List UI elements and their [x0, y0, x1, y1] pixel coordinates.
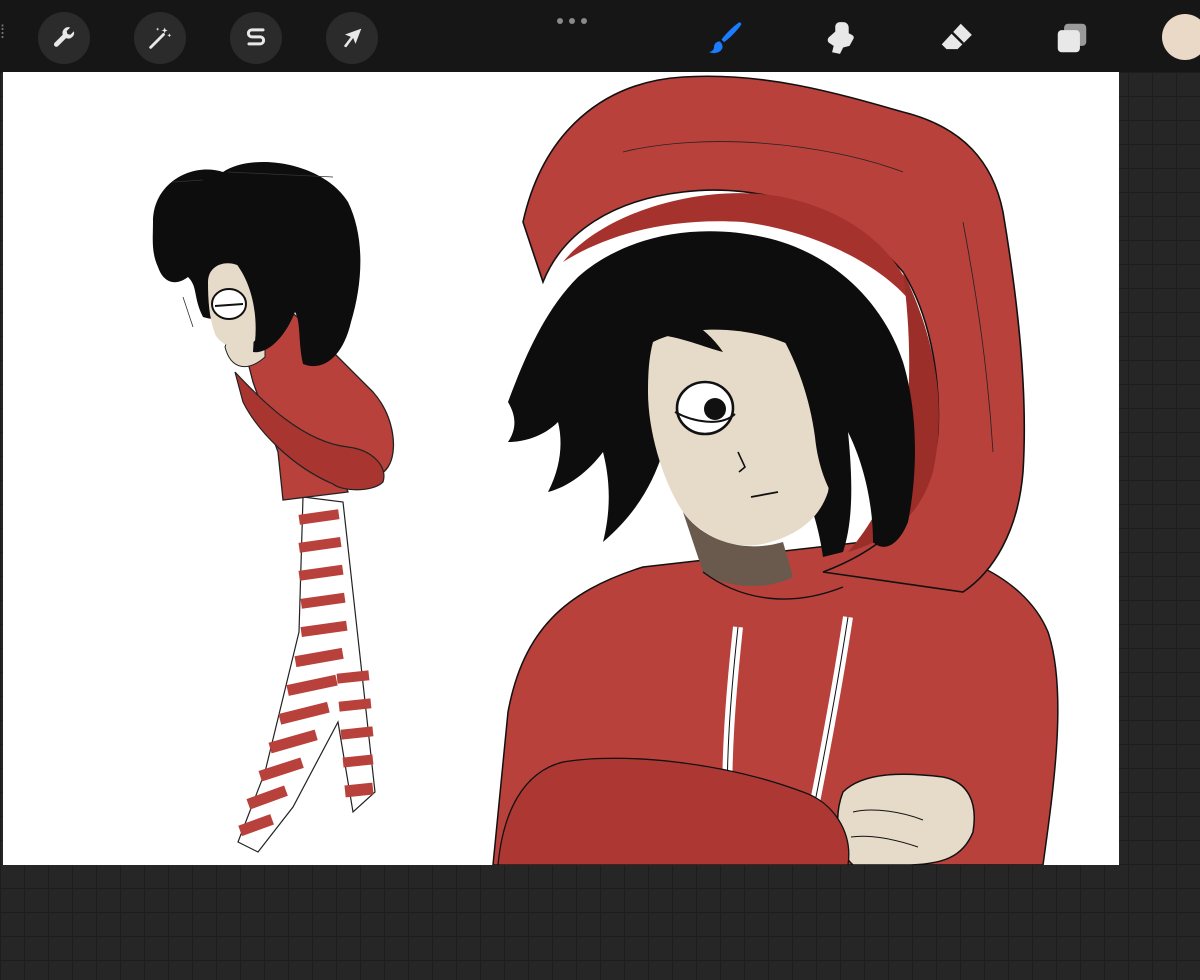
brush-icon: [709, 22, 742, 54]
artwork-illustration: [152, 75, 1059, 865]
selection-button[interactable]: [230, 12, 282, 64]
brush-button[interactable]: [698, 12, 750, 64]
layers-button[interactable]: [1046, 12, 1098, 64]
transform-button[interactable]: [326, 12, 378, 64]
top-toolbar: ⁞: [0, 0, 1200, 72]
wrench-icon: [53, 27, 75, 47]
smudge-icon: [827, 22, 854, 54]
magic-wand-icon: [149, 27, 172, 49]
more-options-button[interactable]: [552, 14, 592, 28]
layers-icon: [1057, 23, 1087, 53]
eraser-icon: [941, 23, 972, 50]
right-figure: [492, 75, 1059, 865]
arrow-cursor-icon: [343, 28, 362, 48]
drawing-canvas[interactable]: [3, 72, 1119, 865]
ellipsis-icon: [557, 18, 563, 24]
actions-button[interactable]: [38, 12, 90, 64]
eraser-button[interactable]: [930, 12, 982, 64]
selection-s-icon: [246, 28, 266, 46]
smudge-button[interactable]: [814, 12, 866, 64]
adjustments-button[interactable]: [134, 12, 186, 64]
color-picker-button[interactable]: [1162, 14, 1200, 60]
gallery-edge-icon[interactable]: ⁞: [0, 22, 5, 42]
left-figure: [152, 162, 395, 853]
